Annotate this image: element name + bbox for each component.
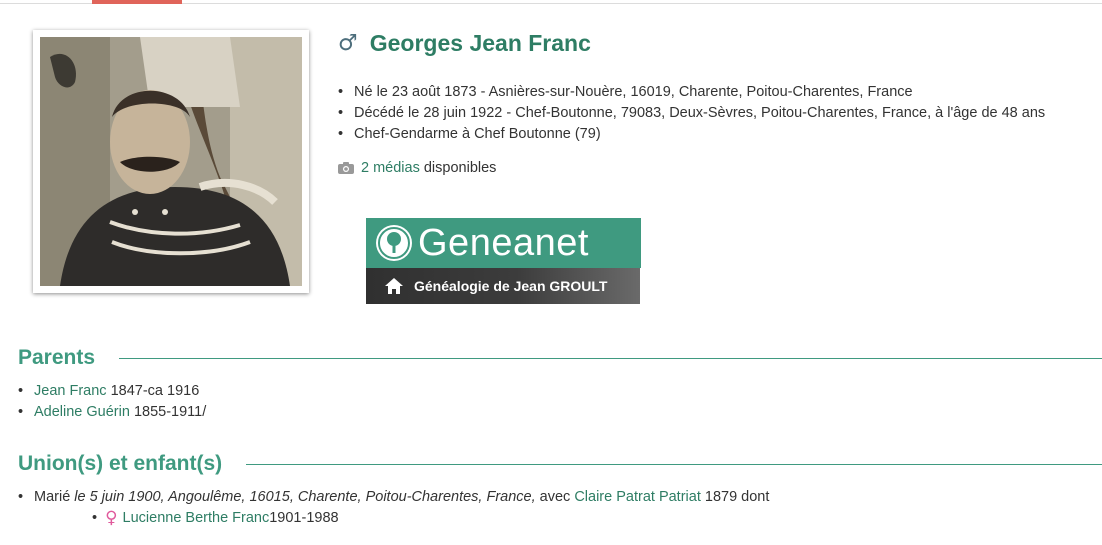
parent-dates: 1855-1911/ [129,404,207,420]
geneanet-tree-icon [376,225,412,261]
spouse-dates: 1879 dont [700,489,770,505]
marriage-prefix: Marié [34,489,75,505]
parents-title: Parents [18,346,96,369]
child-dates: 1901-1988 [269,510,339,526]
media-link[interactable]: 2 médias [361,160,420,176]
section-rule [246,463,1102,465]
home-icon [384,276,404,296]
female-icon: ♀ [105,508,118,528]
active-tab-indicator [92,0,182,4]
parent-item: Adeline Guérin 1855-1911/ [18,402,206,423]
section-rule [119,357,1102,359]
unions-list: Marié le 5 juin 1900, Angoulême, 16015, … [18,487,769,508]
death-fact: Décédé le 28 juin 1922 - Chef-Boutonne, … [338,103,1045,124]
person-header: ♂ Georges Jean Franc [338,30,591,57]
portrait-photo[interactable] [40,37,302,286]
parents-section-header: Parents [18,346,1102,370]
male-icon: ♂ [338,30,358,56]
parent-dates: 1847-ca 1916 [106,383,200,399]
parent-link[interactable]: Jean Franc [34,383,107,399]
geneanet-tree-link[interactable]: Généalogie de Jean GROULT [366,268,640,304]
person-facts-list: Né le 23 août 1873 - Asnières-sur-Nouère… [338,82,1045,145]
camera-icon [338,162,354,174]
unions-section-header: Union(s) et enfant(s) [18,452,1102,476]
portrait-photo-frame[interactable] [33,30,309,293]
child-link[interactable]: Lucienne Berthe Franc [123,508,270,529]
child-item: • ♀ Lucienne Berthe Franc 1901-1988 [92,508,339,529]
list-bullet: • [92,510,98,526]
marriage-item: Marié le 5 juin 1900, Angoulême, 16015, … [18,487,769,508]
geneanet-brand: Geneanet [418,221,589,264]
unions-title: Union(s) et enfant(s) [18,452,223,475]
parents-list: Jean Franc 1847-ca 1916 Adeline Guérin 1… [18,381,206,423]
marriage-details: le 5 juin 1900, Angoulême, 16015, Charen… [74,489,536,505]
spouse-link[interactable]: Claire Patrat Patriat [574,489,701,505]
media-suffix: disponibles [419,160,497,176]
marriage-with: avec [535,489,575,505]
person-name: Georges Jean Franc [369,30,591,56]
parent-item: Jean Franc 1847-ca 1916 [18,381,206,402]
geneanet-tree-label: Généalogie de Jean GROULT [414,278,608,294]
media-info: 2 médias disponibles [338,160,496,176]
occupation-fact: Chef-Gendarme à Chef Boutonne (79) [338,124,1045,145]
parent-link[interactable]: Adeline Guérin [34,404,130,420]
geneanet-banner[interactable]: Geneanet [366,218,641,268]
birth-fact: Né le 23 août 1873 - Asnières-sur-Nouère… [338,82,1045,103]
